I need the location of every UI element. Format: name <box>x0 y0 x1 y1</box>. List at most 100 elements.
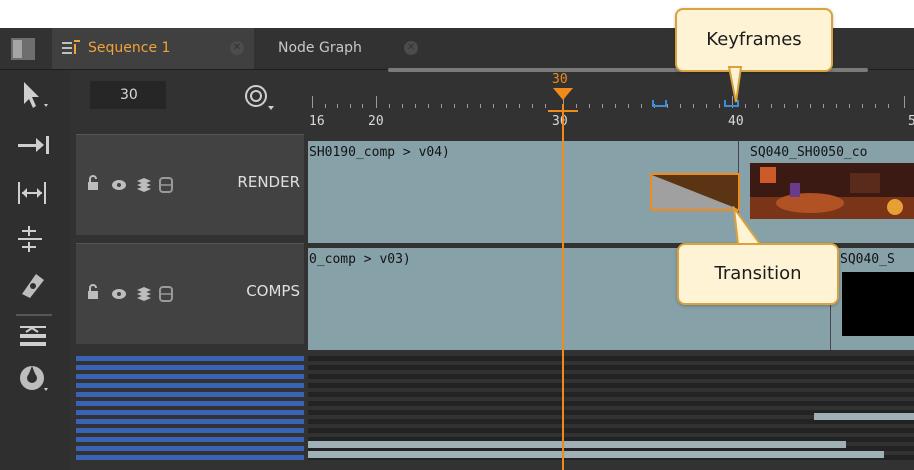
select-tool-icon[interactable] <box>14 78 54 112</box>
playhead-handle[interactable] <box>552 88 574 104</box>
ruler-tick <box>758 104 759 108</box>
ruler-tick <box>745 104 746 108</box>
track-name-render: RENDER <box>237 173 300 191</box>
snap-toggle-icon[interactable] <box>240 82 280 112</box>
close-icon[interactable]: ✕ <box>230 41 244 55</box>
mini-track-header[interactable] <box>76 410 304 415</box>
track-stack-icon[interactable] <box>14 320 54 354</box>
ruler-tick <box>415 104 416 108</box>
ruler-tick <box>519 104 520 108</box>
mini-track-header[interactable] <box>76 446 304 451</box>
ruler-tick <box>849 104 850 108</box>
track-controls <box>88 175 173 193</box>
clip-sq040-sh0050[interactable]: SQ040_SH0050_co <box>740 141 914 243</box>
track-header-render[interactable]: RENDER <box>76 134 304 235</box>
layers-icon <box>137 178 151 192</box>
transition-callout: Transition <box>677 243 839 305</box>
database-icon <box>159 286 173 302</box>
ruler-tick <box>810 104 811 108</box>
mini-track-lane <box>308 374 914 379</box>
ruler-tick <box>680 104 681 108</box>
mini-track-lane <box>308 383 914 388</box>
mini-track-header[interactable] <box>76 356 304 361</box>
pane-menu-icon[interactable] <box>9 35 37 63</box>
slip-tool-icon[interactable] <box>14 176 54 210</box>
ruler-tick <box>615 104 616 108</box>
ruler-tick <box>904 96 905 108</box>
tab-node-graph[interactable]: Node Graph ✕ <box>262 28 432 69</box>
ruler-label-40: 40 <box>728 114 744 129</box>
ruler-label-50: 5 <box>908 114 914 129</box>
keyframes-callout-pointer <box>727 66 743 103</box>
ruler-tick <box>576 104 577 108</box>
ruler-tick <box>325 104 326 108</box>
ruler-tick <box>628 104 629 108</box>
mini-track-lane <box>308 356 914 361</box>
mini-track-header[interactable] <box>76 365 304 370</box>
mini-clip[interactable] <box>308 441 846 448</box>
mini-track-lane <box>308 365 914 370</box>
mini-track-header[interactable] <box>76 455 304 460</box>
close-icon[interactable]: ✕ <box>404 41 418 55</box>
keyframes-callout-text: Keyframes <box>706 29 802 50</box>
ruler-tick <box>337 104 338 108</box>
mini-track-header[interactable] <box>76 383 304 388</box>
playhead-marker-line <box>548 110 578 112</box>
ruler-tick <box>532 104 533 108</box>
razor-tool-icon[interactable] <box>14 268 54 302</box>
mini-track-lane <box>308 401 914 406</box>
lock-icon <box>88 175 98 190</box>
track-forward-icon[interactable] <box>14 128 54 162</box>
playhead-line[interactable] <box>562 104 564 470</box>
ruler-tick <box>875 104 876 108</box>
ruler-tick <box>454 104 455 108</box>
clip-comp-v03-name: 0_comp > v03) <box>309 252 411 267</box>
multi-tool-icon[interactable] <box>14 362 54 396</box>
ruler-tick <box>641 104 642 108</box>
lock-icon <box>88 284 98 299</box>
mini-track-header[interactable] <box>76 428 304 433</box>
ripple-tool-icon[interactable] <box>14 222 54 256</box>
ruler-tick <box>312 96 313 108</box>
ruler-tick <box>862 104 863 108</box>
ruler-tick <box>888 104 889 108</box>
ruler-tick <box>836 104 837 108</box>
clip-sh0190[interactable]: SH0190_comp > v04) <box>308 141 740 243</box>
tool-panel <box>0 70 70 470</box>
eye-icon <box>112 180 126 190</box>
track-header-comps[interactable]: COMPS <box>76 243 304 344</box>
ruler-label-16: 16 <box>309 114 325 129</box>
mini-track-header[interactable] <box>76 392 304 397</box>
time-ruler[interactable]: 16 20 30 40 5 <box>308 74 914 129</box>
ruler-tick <box>797 104 798 108</box>
track-lane-render: SH0190_comp > v04) SQ040_SH0050_co <box>308 141 914 243</box>
clip-thumbnail <box>842 272 914 336</box>
ruler-tick <box>589 104 590 108</box>
current-frame-field[interactable]: 30 <box>90 81 166 109</box>
ruler-tick <box>441 104 442 108</box>
ruler-tick <box>506 104 507 108</box>
clip-sq040-s-name: SQ040_S <box>840 252 895 267</box>
keyframe-marker[interactable] <box>652 100 667 107</box>
current-frame-value: 30 <box>120 87 138 103</box>
ruler-label-30: 30 <box>552 114 568 129</box>
mini-track-header[interactable] <box>76 419 304 424</box>
clip-sh0190-name: SH0190_comp > v04) <box>309 145 450 160</box>
ruler-tick <box>771 104 772 108</box>
database-icon <box>159 177 173 193</box>
track-name-comps: COMPS <box>246 282 300 300</box>
mini-track-header[interactable] <box>76 401 304 406</box>
ruler-tick <box>719 104 720 108</box>
mini-clip[interactable] <box>814 413 914 420</box>
clip-sq040-sh0050-name: SQ040_SH0050_co <box>750 145 868 160</box>
sequence-icon <box>62 40 80 54</box>
ruler-tick <box>602 104 603 108</box>
ruler-tick <box>402 104 403 108</box>
tab-sequence-1[interactable]: Sequence 1 ✕ <box>52 28 254 69</box>
eye-icon <box>112 289 126 299</box>
clip-sq040-s[interactable]: SQ040_S <box>832 248 914 350</box>
mini-clip[interactable] <box>308 451 884 458</box>
mini-track-header[interactable] <box>76 437 304 442</box>
ruler-tick <box>362 104 363 108</box>
mini-track-header[interactable] <box>76 374 304 379</box>
